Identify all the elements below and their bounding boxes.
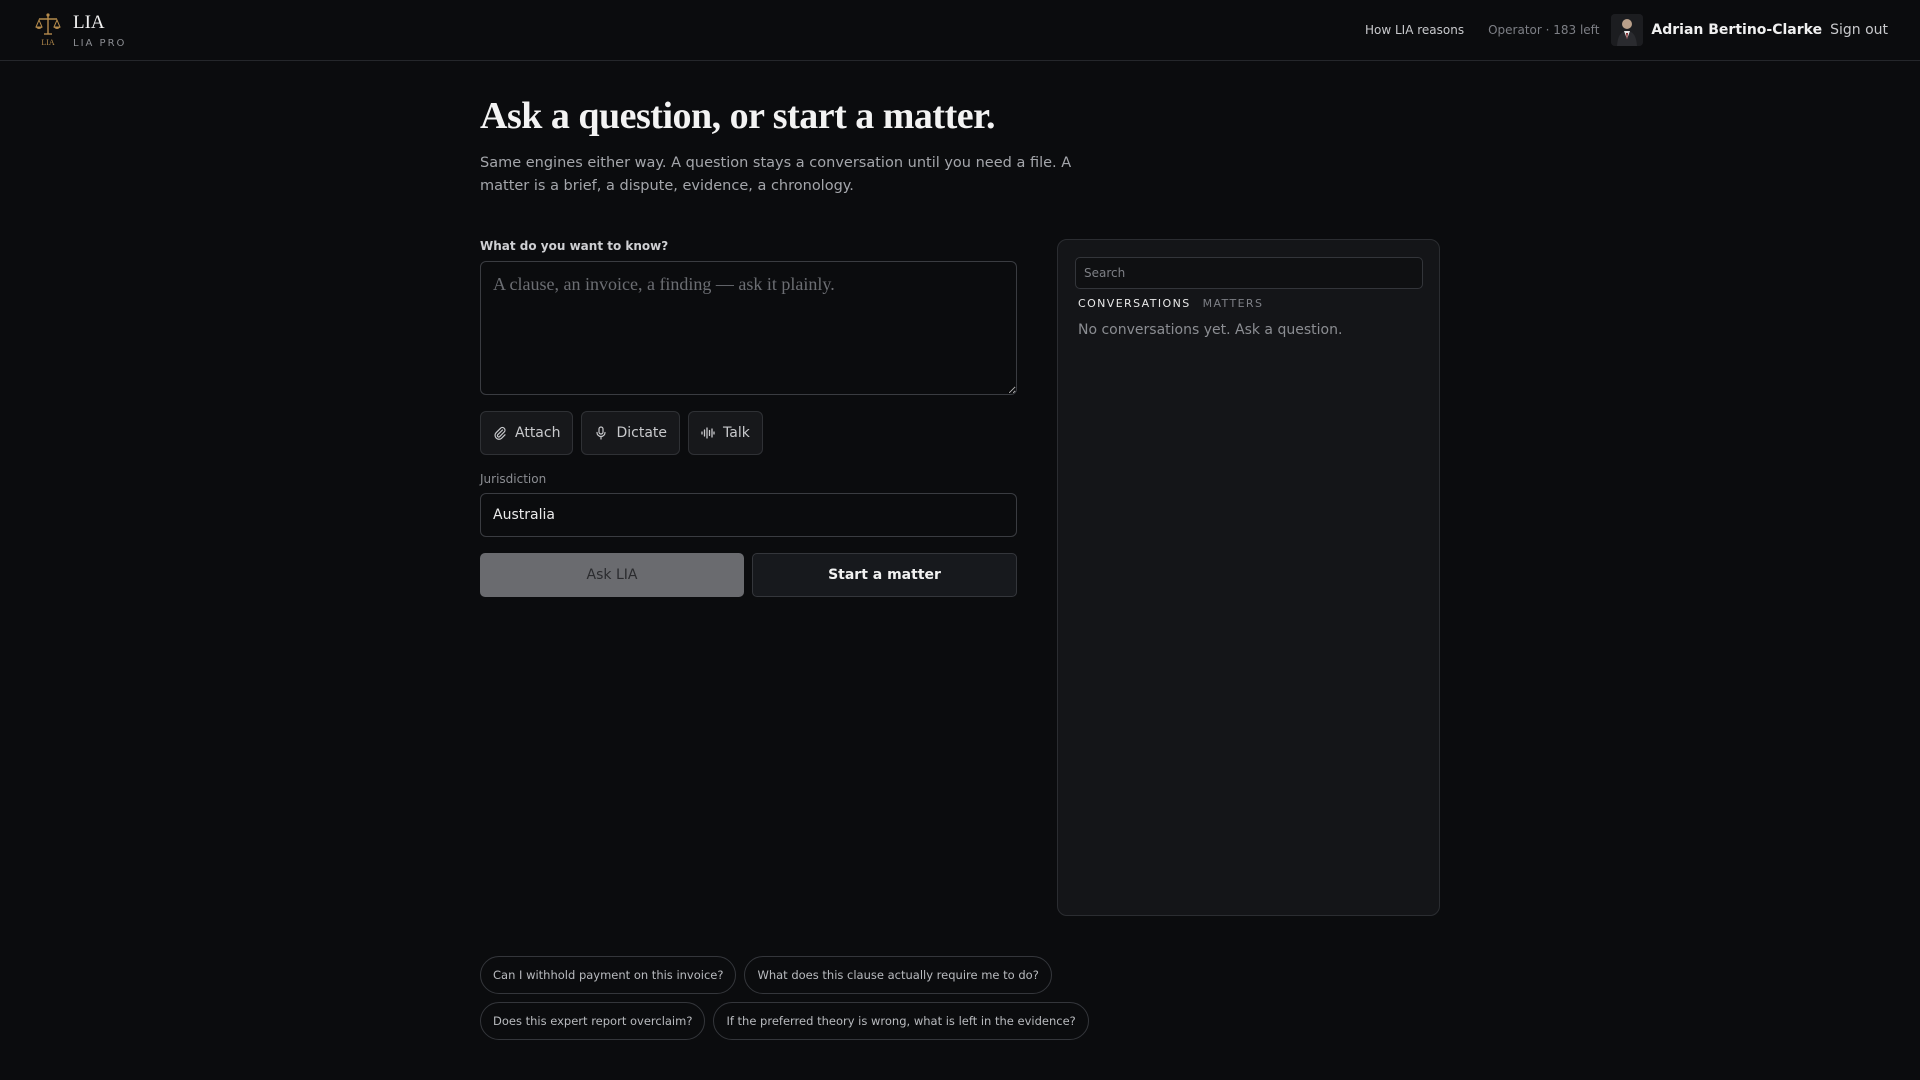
attach-button[interactable]: Attach (480, 411, 574, 455)
history-panel: CONVERSATIONS MATTERS No conversations y… (1057, 239, 1440, 916)
talk-label: Talk (723, 425, 750, 441)
avatar[interactable] (1611, 14, 1644, 46)
start-matter-button[interactable]: Start a matter (752, 553, 1017, 597)
suggestion-chip[interactable]: Does this expert report overclaim? (480, 1002, 706, 1040)
audio-wave-icon (701, 427, 715, 439)
scales-logo-icon: LIA (35, 13, 61, 47)
brand-tier: LIA PRO (73, 38, 127, 49)
question-label: What do you want to know? (480, 239, 669, 253)
tab-conversations[interactable]: CONVERSATIONS (1078, 297, 1191, 310)
brand-mark-text: LIA (41, 38, 55, 47)
jurisdiction-select[interactable]: Australia (480, 493, 1017, 537)
input-tools: Attach Dictate Talk (480, 411, 771, 455)
tab-matters[interactable]: MATTERS (1203, 297, 1264, 310)
jurisdiction-value: Australia (493, 507, 555, 523)
ask-lia-button[interactable]: Ask LIA (480, 553, 744, 597)
page-title: Ask a question, or start a matter. (480, 95, 995, 137)
paperclip-icon (494, 426, 506, 440)
empty-state-text: No conversations yet. Ask a question. (1078, 322, 1343, 338)
talk-button[interactable]: Talk (688, 411, 763, 455)
attach-label: Attach (515, 425, 561, 441)
how-lia-reasons-link[interactable]: How LIA reasons (1365, 23, 1464, 37)
intro-text: Same engines either way. A question stay… (480, 155, 1072, 194)
header-nav: How LIA reasons Operator · 183 left Adri… (1365, 0, 1888, 60)
jurisdiction-label: Jurisdiction (480, 472, 547, 486)
brand[interactable]: LIA LIA LIA PRO (35, 12, 126, 49)
question-input[interactable] (480, 261, 1017, 395)
user-name: Adrian Bertino-Clarke (1651, 22, 1823, 38)
sign-out-link[interactable]: Sign out (1830, 22, 1888, 38)
quota-status: Operator · 183 left (1488, 23, 1600, 37)
microphone-icon (596, 426, 607, 440)
suggestion-chip[interactable]: If the preferred theory is wrong, what i… (713, 1002, 1089, 1040)
dictate-label: Dictate (616, 425, 668, 441)
dictate-button[interactable]: Dictate (581, 411, 681, 455)
history-tabs: CONVERSATIONS MATTERS (1078, 297, 1275, 310)
brand-name: LIA (73, 12, 105, 33)
user-avatar-icon (1611, 14, 1644, 46)
suggestion-chip[interactable]: Can I withhold payment on this invoice? (480, 956, 737, 994)
top-bar: LIA LIA LIA PRO How LIA reasons Operator… (0, 0, 1920, 61)
suggestion-chips: Can I withhold payment on this invoice? … (480, 956, 1260, 1048)
suggestion-chip[interactable]: What does this clause actually require m… (744, 956, 1052, 994)
history-search-input[interactable] (1075, 257, 1423, 289)
